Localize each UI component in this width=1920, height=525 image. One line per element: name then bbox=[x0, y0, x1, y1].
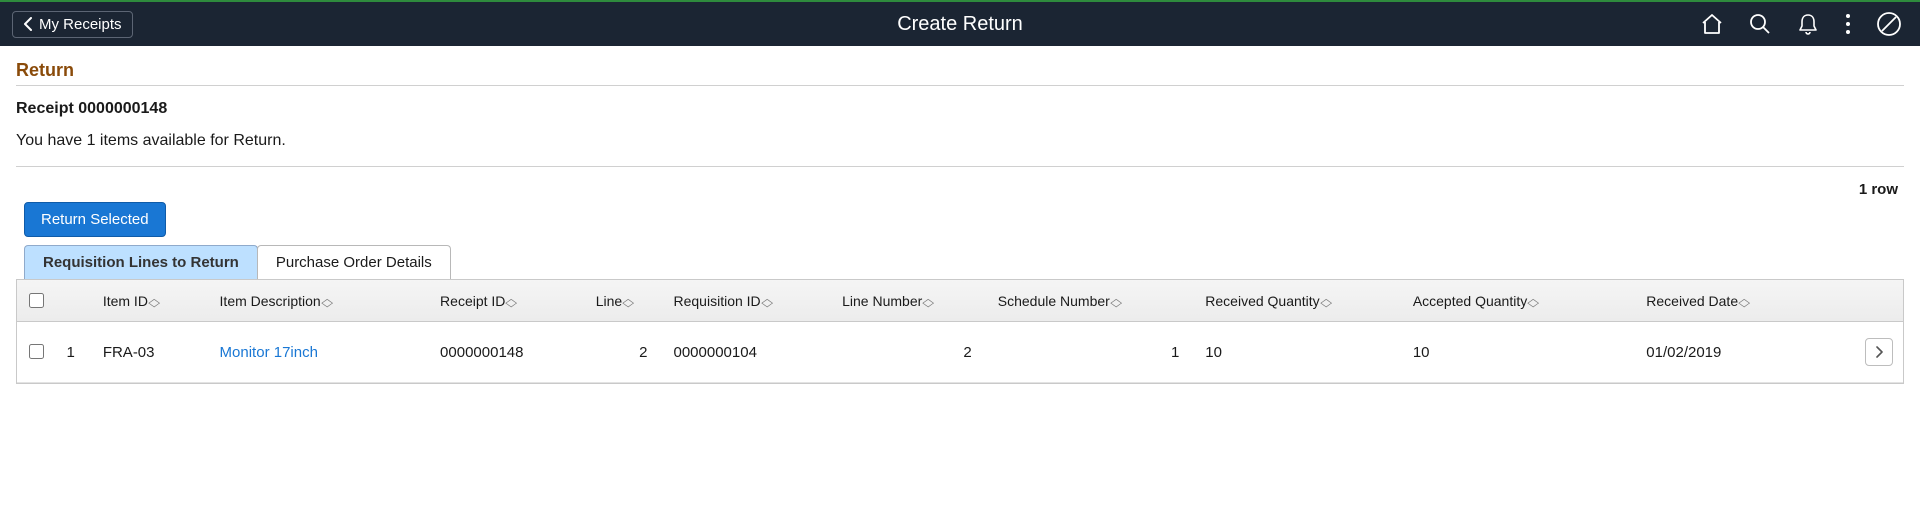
home-icon[interactable] bbox=[1700, 12, 1724, 36]
page-title: Create Return bbox=[897, 13, 1023, 36]
col-sched-num-label: Schedule Number bbox=[998, 293, 1110, 309]
col-line-num[interactable]: Line Number◇ bbox=[834, 280, 990, 322]
bell-icon[interactable] bbox=[1796, 12, 1820, 36]
col-receipt-id-label: Receipt ID bbox=[440, 293, 505, 309]
col-select-all[interactable] bbox=[17, 280, 59, 322]
content: Return Receipt 0000000148 You have 1 ite… bbox=[0, 46, 1920, 404]
row-count: 1 row bbox=[16, 181, 1904, 198]
col-line-label: Line bbox=[596, 293, 622, 309]
receipt-label: Receipt 0000000148 bbox=[16, 100, 1904, 118]
col-item-desc-label: Item Description bbox=[220, 293, 321, 309]
sort-icon: ◇ bbox=[1320, 296, 1332, 309]
tabs: Requisition Lines to Return Purchase Ord… bbox=[16, 245, 1904, 279]
col-recv-qty[interactable]: Received Quantity◇ bbox=[1197, 280, 1405, 322]
col-recv-qty-label: Received Quantity bbox=[1205, 293, 1319, 309]
more-icon[interactable] bbox=[1844, 13, 1852, 35]
sort-icon: ◇ bbox=[923, 296, 935, 309]
table-row: 1 FRA-03 Monitor 17inch 0000000148 2 000… bbox=[17, 322, 1903, 383]
action-row: Return Selected bbox=[16, 202, 1904, 237]
search-icon[interactable] bbox=[1748, 12, 1772, 36]
chevron-left-icon bbox=[23, 17, 33, 31]
col-receipt-id[interactable]: Receipt ID◇ bbox=[432, 280, 588, 322]
cell-acc-qty: 10 bbox=[1405, 322, 1638, 383]
sort-icon: ◇ bbox=[761, 296, 773, 309]
col-acc-qty-label: Accepted Quantity bbox=[1413, 293, 1527, 309]
available-text: You have 1 items available for Return. bbox=[16, 132, 1904, 167]
cell-item-desc-link[interactable]: Monitor 17inch bbox=[220, 344, 318, 361]
col-idx bbox=[59, 280, 95, 322]
grid: Item ID◇ Item Description◇ Receipt ID◇ L… bbox=[16, 279, 1904, 384]
topbar-icons bbox=[1700, 11, 1920, 37]
tab-requisition-lines[interactable]: Requisition Lines to Return bbox=[24, 245, 258, 279]
cell-idx: 1 bbox=[59, 322, 95, 383]
sort-icon: ◇ bbox=[148, 296, 160, 309]
cell-line-num: 2 bbox=[834, 322, 990, 383]
sort-icon: ◇ bbox=[622, 296, 634, 309]
cell-sched-num: 1 bbox=[990, 322, 1198, 383]
back-button[interactable]: My Receipts bbox=[12, 11, 133, 38]
col-line-num-label: Line Number bbox=[842, 293, 922, 309]
col-req-id[interactable]: Requisition ID◇ bbox=[666, 280, 835, 322]
sort-icon: ◇ bbox=[1110, 296, 1122, 309]
col-req-id-label: Requisition ID bbox=[674, 293, 761, 309]
sort-icon: ◇ bbox=[1738, 296, 1750, 309]
return-selected-button[interactable]: Return Selected bbox=[24, 202, 166, 237]
chevron-right-icon bbox=[1875, 346, 1883, 358]
col-recv-date[interactable]: Received Date◇ bbox=[1638, 280, 1846, 322]
sort-icon: ◇ bbox=[1528, 296, 1540, 309]
col-recv-date-label: Received Date bbox=[1646, 293, 1738, 309]
row-checkbox[interactable] bbox=[29, 344, 44, 359]
col-item-desc[interactable]: Item Description◇ bbox=[212, 280, 433, 322]
back-label: My Receipts bbox=[39, 16, 122, 33]
top-bar: My Receipts Create Return bbox=[0, 0, 1920, 46]
row-detail-button[interactable] bbox=[1865, 338, 1893, 366]
cell-req-id: 0000000104 bbox=[666, 322, 835, 383]
cell-recv-date: 01/02/2019 bbox=[1638, 322, 1846, 383]
compass-icon[interactable] bbox=[1876, 11, 1902, 37]
sort-icon: ◇ bbox=[506, 296, 518, 309]
col-sched-num[interactable]: Schedule Number◇ bbox=[990, 280, 1198, 322]
cell-recv-qty: 10 bbox=[1197, 322, 1405, 383]
cell-receipt-id: 0000000148 bbox=[432, 322, 588, 383]
cell-line: 2 bbox=[588, 322, 666, 383]
cell-item-id: FRA-03 bbox=[95, 322, 212, 383]
col-item-id-label: Item ID bbox=[103, 293, 148, 309]
col-item-id[interactable]: Item ID◇ bbox=[95, 280, 212, 322]
col-actions bbox=[1846, 280, 1903, 322]
tab-purchase-order-details[interactable]: Purchase Order Details bbox=[257, 245, 451, 279]
col-acc-qty[interactable]: Accepted Quantity◇ bbox=[1405, 280, 1638, 322]
select-all-checkbox[interactable] bbox=[29, 293, 44, 308]
sort-icon: ◇ bbox=[321, 296, 333, 309]
col-line[interactable]: Line◇ bbox=[588, 280, 666, 322]
section-title: Return bbox=[16, 60, 1904, 86]
